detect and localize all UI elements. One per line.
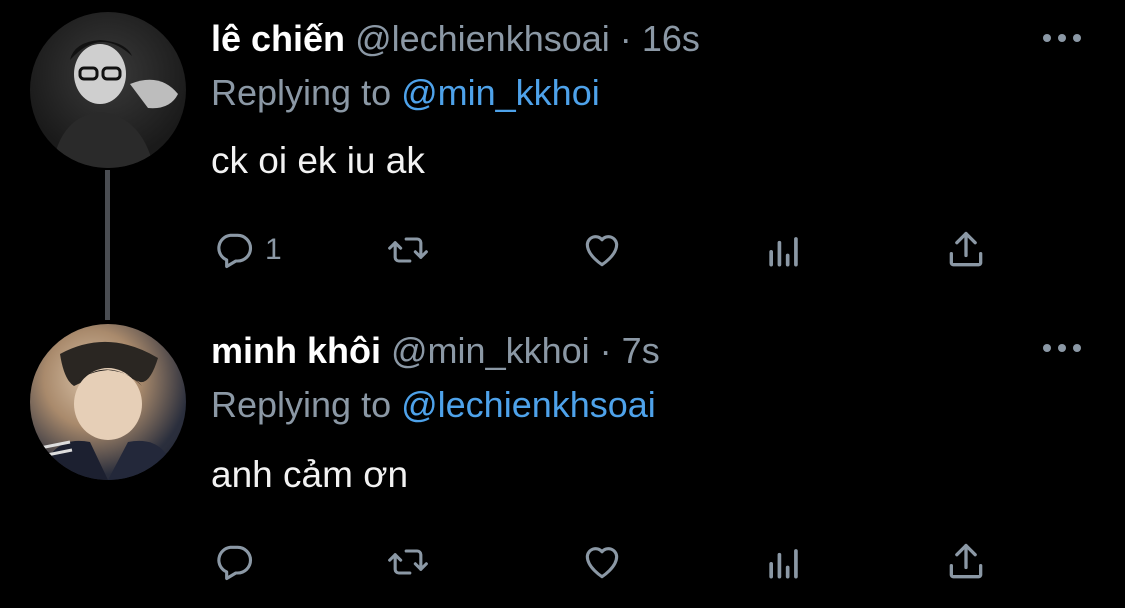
tweet-text: ck oi ek iu ak xyxy=(211,140,425,181)
stats-icon xyxy=(769,549,798,579)
user-handle[interactable]: @lechienkhsoai xyxy=(355,18,610,59)
timestamp[interactable]: 16s xyxy=(642,18,700,59)
timestamp[interactable]: 7s xyxy=(622,330,660,371)
like-button[interactable] xyxy=(579,228,625,272)
tweet-text: anh cảm ơn xyxy=(211,454,409,495)
separator: · xyxy=(599,330,612,371)
retweet-button[interactable] xyxy=(385,228,431,272)
replying-to: Replying to @lechienkhsoai xyxy=(211,384,656,426)
mention-link[interactable]: @min_kkhoi xyxy=(401,72,600,113)
retweet-button[interactable] xyxy=(385,540,431,584)
stats-icon xyxy=(769,237,798,267)
avatar[interactable] xyxy=(30,12,186,168)
reply-button[interactable]: 1 xyxy=(211,228,282,272)
replying-to: Replying to @min_kkhoi xyxy=(211,72,600,114)
thread-line xyxy=(105,170,110,320)
user-handle[interactable]: @min_kkhoi xyxy=(391,330,590,371)
mention-link[interactable]: @lechienkhsoai xyxy=(401,384,656,425)
more-icon[interactable] xyxy=(1043,32,1081,44)
retweet-icon xyxy=(388,237,428,263)
separator: · xyxy=(619,18,632,59)
stats-button[interactable] xyxy=(761,540,807,584)
action-bar: 1 xyxy=(211,228,1001,272)
display-name[interactable]: minh khôi xyxy=(211,330,381,371)
avatar-photo xyxy=(39,341,176,480)
replying-prefix: Replying to xyxy=(211,72,402,113)
share-button[interactable] xyxy=(943,228,989,272)
heart-icon xyxy=(585,547,619,579)
stats-button[interactable] xyxy=(761,228,807,272)
retweet-icon xyxy=(388,549,428,575)
more-icon[interactable] xyxy=(1043,342,1081,354)
reply-button[interactable] xyxy=(211,540,265,584)
tweet-header: minh khôi @min_kkhoi · 7s xyxy=(211,330,660,372)
reply-icon xyxy=(217,233,253,269)
replying-prefix: Replying to xyxy=(211,384,402,425)
reply-count: 1 xyxy=(265,233,282,266)
display-name[interactable]: lê chiến xyxy=(211,18,345,59)
tweet-1[interactable]: lê chiến @lechienkhsoai · 16s Replying t… xyxy=(0,0,1125,320)
action-bar xyxy=(211,540,1001,584)
avatar[interactable] xyxy=(30,324,186,480)
share-icon xyxy=(949,231,983,267)
share-button[interactable] xyxy=(943,540,989,584)
tweet-header: lê chiến @lechienkhsoai · 16s xyxy=(211,18,700,60)
share-icon xyxy=(949,543,983,579)
reply-icon xyxy=(217,545,253,581)
like-button[interactable] xyxy=(579,540,625,584)
tweet-2[interactable]: minh khôi @min_kkhoi · 7s Replying to @l… xyxy=(0,300,1125,608)
avatar-photo xyxy=(52,40,178,168)
heart-icon xyxy=(585,235,619,267)
